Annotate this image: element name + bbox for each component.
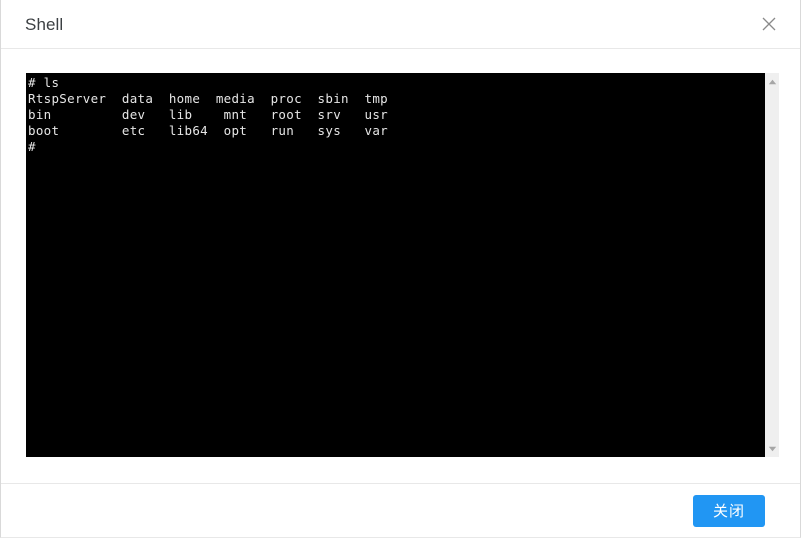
caret-up-icon xyxy=(768,79,777,85)
close-dialog-button[interactable]: 关闭 xyxy=(692,494,765,527)
caret-down-icon xyxy=(768,446,777,452)
terminal-output[interactable]: # ls RtspServer data home media proc sbi… xyxy=(26,73,765,457)
terminal-scrollbar[interactable] xyxy=(765,73,779,457)
terminal-text: # ls RtspServer data home media proc sbi… xyxy=(28,75,388,154)
shell-dialog: Shell # ls RtspServer data home media pr… xyxy=(0,0,801,538)
scrollbar-up-button[interactable] xyxy=(765,73,779,90)
dialog-body: # ls RtspServer data home media proc sbi… xyxy=(1,49,800,483)
dialog-title: Shell xyxy=(25,14,64,34)
close-icon xyxy=(761,16,777,32)
close-button[interactable] xyxy=(756,11,782,37)
terminal-container: # ls RtspServer data home media proc sbi… xyxy=(26,73,779,457)
scrollbar-down-button[interactable] xyxy=(765,440,779,457)
dialog-header: Shell xyxy=(1,0,800,49)
dialog-footer: 关闭 xyxy=(1,483,800,537)
